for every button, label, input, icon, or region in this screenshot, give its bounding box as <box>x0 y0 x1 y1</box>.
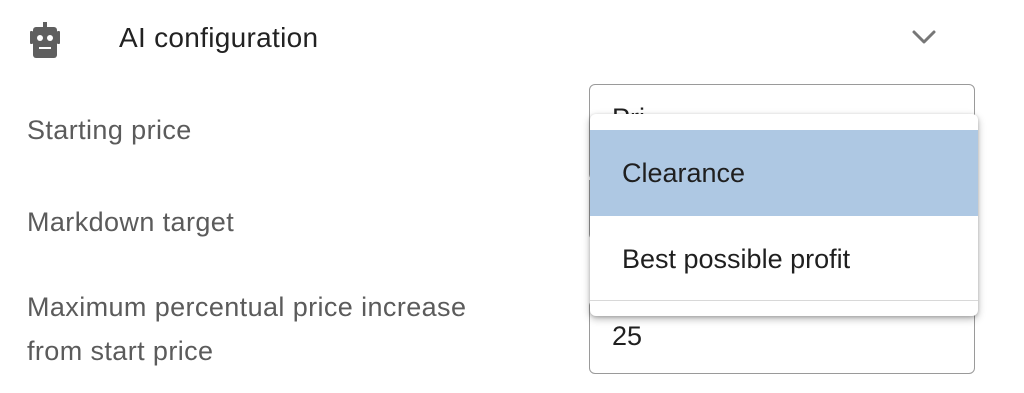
markdown-target-dropdown: Clearance Best possible profit <box>590 114 978 316</box>
max-increase-label-line2: from start price <box>27 336 214 366</box>
ai-configuration-header[interactable]: AI configuration <box>0 0 1024 76</box>
starting-price-label: Starting price <box>27 115 192 145</box>
section-title: AI configuration <box>119 22 319 53</box>
max-increase-value: 25 <box>612 321 643 351</box>
chevron-down-icon[interactable] <box>910 26 938 48</box>
markdown-target-label: Markdown target <box>27 207 235 237</box>
robot-icon <box>30 22 60 58</box>
option-best-possible-profit[interactable]: Best possible profit <box>590 216 978 302</box>
option-clearance[interactable]: Clearance <box>590 130 978 216</box>
max-increase-label-line1: Maximum percentual price increase <box>27 292 467 322</box>
dropdown-divider <box>590 300 978 301</box>
